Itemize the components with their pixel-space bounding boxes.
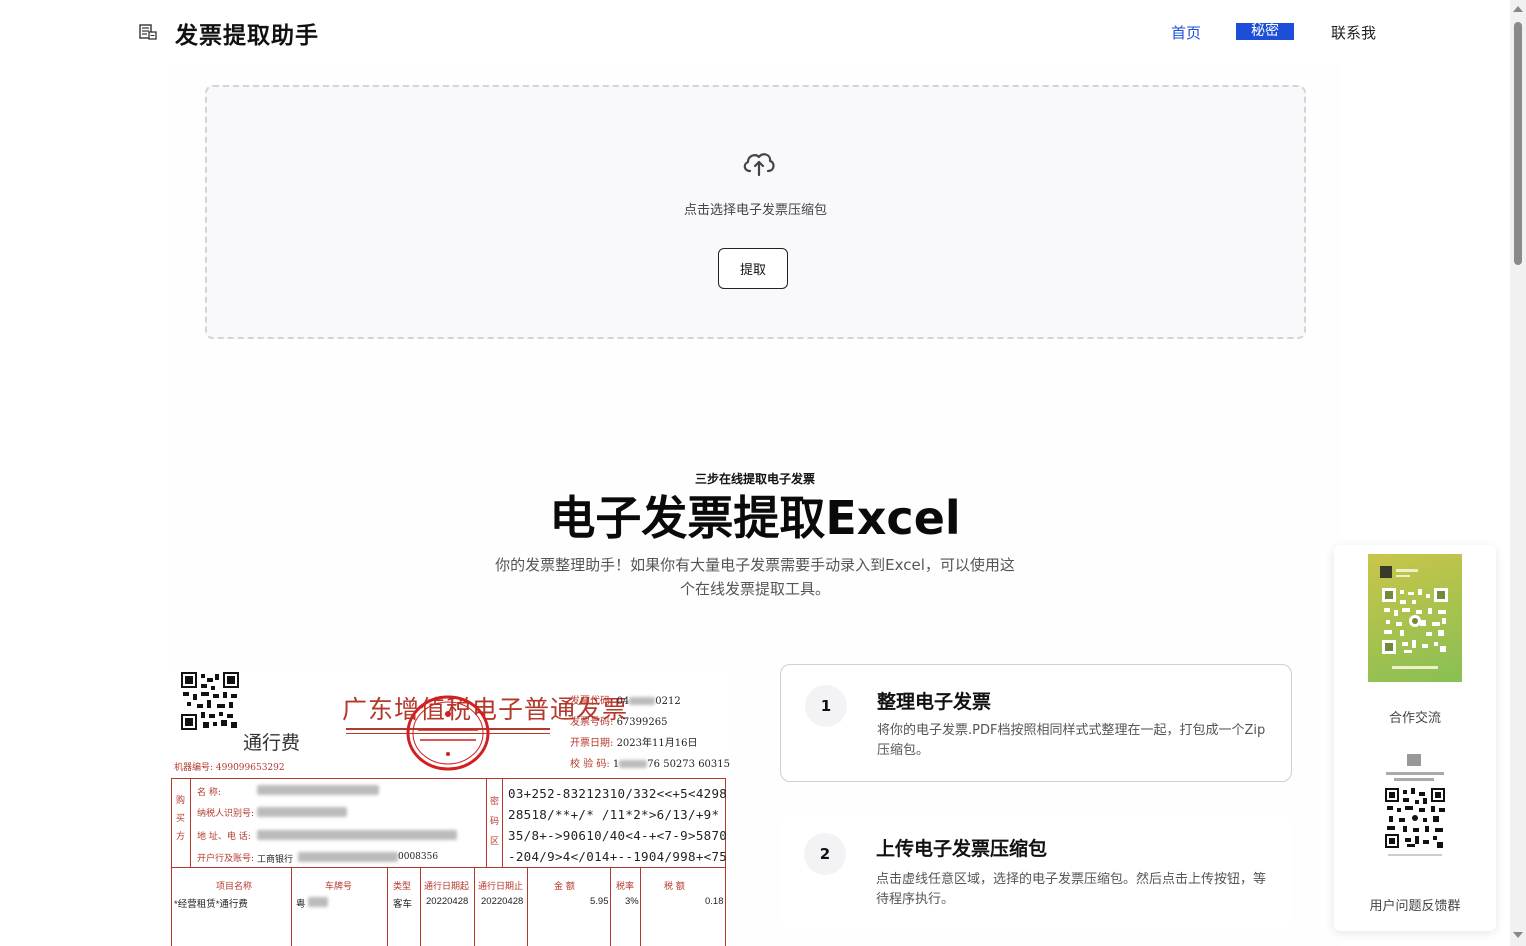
invoice-divider <box>486 779 487 867</box>
invoice-cell-name: *经营租赁*通行费 <box>174 899 248 910</box>
invoice-code-start: 04 <box>616 696 630 707</box>
invoice-number-row: 发票号码: 67399265 <box>570 717 668 728</box>
scroll-up-arrow-icon[interactable] <box>1513 6 1523 12</box>
invoice-logo-icon <box>139 24 157 40</box>
step-number: 2 <box>804 833 846 875</box>
invoice-buyer-field: 开户行及账号: <box>197 854 255 864</box>
invoice-divider <box>527 867 528 946</box>
invoice-cell-end: 20220428 <box>481 896 524 907</box>
official-stamp-icon <box>406 695 490 771</box>
invoice-column-header: 类型 <box>393 882 412 892</box>
wechat-contact-qr[interactable] <box>1368 554 1462 682</box>
feedback-group-label: 用户问题反馈群 <box>1369 899 1461 914</box>
invoice-code-end: 0212 <box>655 696 681 707</box>
invoice-column-header: 通行日期起 <box>424 882 470 892</box>
invoice-buyer-field: 名 称: <box>197 788 221 798</box>
invoice-column-header: 税 额 <box>664 882 685 892</box>
hero-description: 你的发票整理助手！如果你有大量电子发票需要手动录入到Excel，可以使用这个在线… <box>495 556 1015 598</box>
invoice-column-header: 税率 <box>616 882 635 892</box>
invoice-qr-code-icon <box>181 672 239 730</box>
upload-hint-text: 点击选择电子发票压缩包 <box>683 203 827 218</box>
redacted-buyer-address <box>257 830 457 840</box>
invoice-date: 2023年11月16日 <box>616 738 698 749</box>
invoice-secret-label: 密码区 <box>490 797 500 847</box>
invoice-divider <box>291 867 292 946</box>
invoice-secret-code: 28518/**+/* /11*2*>6/13/+9* <box>508 807 720 822</box>
invoice-cell-start: 20220428 <box>426 896 469 907</box>
redacted-buyer-account <box>298 852 398 862</box>
contact-side-panel: 合作交流 用户问题反馈群 <box>1334 545 1496 931</box>
redacted-plate <box>308 897 328 907</box>
cooperation-label: 合作交流 <box>1388 711 1441 726</box>
invoice-secret-code: 03+252-83212310/332<<+5<4298 <box>508 786 728 801</box>
invoice-divider <box>640 867 641 946</box>
invoice-divider <box>190 779 191 867</box>
scroll-down-arrow-icon[interactable] <box>1513 932 1523 938</box>
invoice-item-type: 通行费 <box>243 732 301 754</box>
redacted-buyer-id <box>257 807 347 817</box>
hero-title: 电子发票提取Excel <box>549 491 961 545</box>
invoice-divider <box>502 779 503 867</box>
invoice-column-header: 通行日期止 <box>478 882 524 892</box>
step-card-1: 1 整理电子发票 将你的电子发票.PDF档按照相同样式式整理在一起，打包成一个Z… <box>780 664 1292 782</box>
invoice-check-end: 76 50273 60315 <box>647 759 730 770</box>
top-navbar: 发票提取助手 首页 秘密 联系我 <box>0 0 1510 64</box>
invoice-date-row: 开票日期: 2023年11月16日 <box>570 738 698 749</box>
invoice-column-header: 金 额 <box>554 882 575 892</box>
feedback-qr-icon <box>1385 754 1445 856</box>
invoice-column-header: 车牌号 <box>325 882 353 892</box>
invoice-cell-plate: 粤 <box>296 899 306 910</box>
scrollbar-thumb[interactable] <box>1514 22 1522 265</box>
invoice-check-row: 校 验 码: 1 76 50273 60315 <box>570 759 730 770</box>
invoice-divider <box>420 867 421 946</box>
invoice-secret-code: -204/9>4</014+--1904/998+<75 <box>508 849 728 864</box>
invoice-number: 67399265 <box>616 717 668 728</box>
invoice-buyer-field: 纳税人识别号: <box>197 809 255 819</box>
invoice-divider <box>387 867 388 946</box>
wechat-qr-icon <box>1380 566 1448 669</box>
invoice-buyer-label: 购买方 <box>176 796 186 842</box>
invoice-cell-amount: 5.95 <box>590 896 609 907</box>
step-title: 整理电子发票 <box>877 691 992 713</box>
upload-dropzone[interactable]: 点击选择电子发票压缩包 提取 <box>205 85 1306 339</box>
invoice-cell-rate: 3% <box>625 896 639 907</box>
invoice-cell-type: 客车 <box>393 899 413 910</box>
nav-home-link[interactable]: 首页 <box>1171 22 1201 43</box>
redacted-buyer-name <box>257 785 379 795</box>
sample-invoice-image: 通行费 机器编号: 499099653292 广东增值税电子普通发票 发票代码:… <box>170 668 730 946</box>
invoice-divider <box>171 867 726 868</box>
feedback-group-qr[interactable] <box>1374 750 1456 860</box>
invoice-column-header: 项目名称 <box>216 882 253 892</box>
step-card-2: 2 上传电子发票压缩包 点击虚线任意区域，选择的电子发票压缩包。然后点击上传按钮… <box>780 814 1292 932</box>
nav-contact-link[interactable]: 联系我 <box>1331 22 1376 43</box>
brand-title[interactable]: 发票提取助手 <box>175 16 319 50</box>
invoice-cell-tax: 0.18 <box>705 896 724 907</box>
invoice-code-row: 发票代码: 04 0212 <box>570 696 681 707</box>
invoice-machine-number: 机器编号: 499099653292 <box>174 763 285 773</box>
invoice-buyer-field: 地 址、电 话: <box>197 832 251 842</box>
invoice-divider <box>474 867 475 946</box>
invoice-divider <box>610 867 611 946</box>
cloud-upload-icon <box>743 153 775 177</box>
step-title: 上传电子发票压缩包 <box>876 838 1048 860</box>
nav-secret-link[interactable]: 秘密 <box>1236 23 1294 40</box>
invoice-account-end: 0008356 <box>398 852 439 862</box>
step-description: 将你的电子发票.PDF档按照相同样式式整理在一起，打包成一个Zip压缩包。 <box>877 723 1266 758</box>
invoice-secret-code: 35/8+->90610/40<4-+<7-9>5870 <box>508 828 728 843</box>
invoice-buyer-bank: 工商银行 <box>257 855 294 865</box>
step-description: 点击虚线任意区域，选择的电子发票压缩包。然后点击上传按钮，等待程序执行。 <box>876 872 1267 907</box>
step-number: 1 <box>805 685 847 727</box>
page-scrollbar[interactable] <box>1510 0 1526 946</box>
extract-button[interactable]: 提取 <box>718 248 788 289</box>
